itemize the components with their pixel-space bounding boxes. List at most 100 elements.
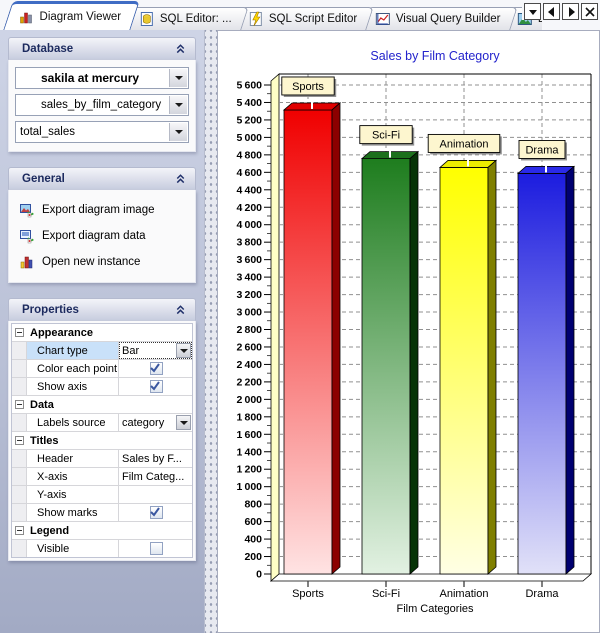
database-cylinder-icon — [20, 70, 36, 86]
dropdown-icon — [525, 4, 541, 20]
database-panel-header[interactable]: Database — [8, 37, 196, 60]
y-tick-label: 2 200 — [237, 376, 263, 388]
y-tick-label: 1 000 — [237, 481, 263, 493]
tab-visual-query-builder[interactable]: Visual Query Builder — [360, 7, 517, 30]
sql-script-icon — [248, 11, 264, 27]
y-tick-label: 1 400 — [237, 446, 263, 458]
column-select[interactable]: total_sales — [15, 121, 189, 143]
y-tick-label: 4 400 — [237, 184, 263, 196]
property-checkbox[interactable] — [150, 362, 163, 375]
property-row-visible[interactable]: Visible — [12, 540, 192, 557]
bar-drama: Drama — [518, 140, 574, 574]
properties-grid: AppearanceChart typeBarColor each pointS… — [11, 323, 193, 558]
property-row-chart-type[interactable]: Chart typeBar — [12, 342, 192, 360]
property-value: Bar — [122, 345, 139, 357]
chevron-down-icon — [180, 349, 188, 353]
collapse-group-icon[interactable] — [15, 436, 24, 445]
collapse-group-icon[interactable] — [15, 526, 24, 535]
chevron-down-icon — [175, 103, 183, 107]
chart-floor — [271, 574, 591, 581]
property-group-data[interactable]: Data — [12, 396, 192, 414]
scroll-tabs-right-button[interactable] — [562, 3, 579, 20]
close-tab-button[interactable] — [581, 3, 598, 20]
action-open-new-instance[interactable]: Open new instance — [15, 249, 189, 275]
connection-select[interactable]: sakila at mercury — [15, 67, 189, 89]
property-label: X-axis — [27, 468, 119, 485]
property-checkbox[interactable] — [150, 506, 163, 519]
y-tick-label: 1 200 — [237, 464, 263, 476]
object-dropdown-button[interactable] — [169, 96, 187, 114]
group-label: Titles — [26, 432, 192, 449]
sidebar-splitter[interactable] — [204, 30, 217, 633]
property-dropdown-button[interactable] — [176, 415, 191, 430]
action-export-diagram-data[interactable]: Export diagram data — [15, 223, 189, 249]
tab-sql-script-editor[interactable]: SQL Script Editor — [234, 7, 375, 30]
group-label: Appearance — [26, 324, 192, 341]
y-tick-label: 3 200 — [237, 289, 263, 301]
bar-sci-fi: Sci-Fi — [360, 126, 418, 574]
scroll-tabs-left-button[interactable] — [543, 3, 560, 20]
group-label: Legend — [26, 522, 192, 539]
action-export-diagram-image[interactable]: Export diagram image — [15, 197, 189, 223]
connection-dropdown-button[interactable] — [169, 69, 187, 87]
property-group-legend[interactable]: Legend — [12, 522, 192, 540]
x-category-label: Sports — [292, 588, 324, 600]
general-panel-header[interactable]: General — [8, 167, 196, 190]
database-panel: Database sakila at mercury sales_by_film… — [8, 37, 196, 152]
property-row-color-each-point[interactable]: Color each point — [12, 360, 192, 378]
y-tick-label: 1 800 — [237, 411, 263, 423]
property-row-header[interactable]: HeaderSales by F... — [12, 450, 192, 468]
close-icon — [582, 4, 598, 20]
property-dropdown-button[interactable] — [176, 343, 191, 358]
property-row-y-axis[interactable]: Y-axis — [12, 486, 192, 504]
y-tick-label: 3 800 — [237, 237, 263, 249]
tab-label: SQL Script Editor — [269, 13, 357, 25]
properties-panel-header[interactable]: Properties — [8, 298, 196, 321]
property-checkbox[interactable] — [150, 542, 163, 555]
property-group-appearance[interactable]: Appearance — [12, 324, 192, 342]
properties-panel: Properties AppearanceChart typeBarColor … — [8, 298, 196, 561]
sidebar: Database sakila at mercury sales_by_film… — [0, 30, 204, 633]
x-category-label: Animation — [440, 588, 489, 600]
collapse-chevron-icon — [174, 42, 187, 55]
bar-animation: Animation — [428, 134, 502, 574]
connection-value: sakila at mercury — [41, 71, 139, 85]
bar-chart: Sales by Film Category02004006008001 000… — [218, 31, 599, 632]
y-tick-label: 2 000 — [237, 394, 263, 406]
bar-sports: Sports — [282, 77, 340, 574]
property-label: Show axis — [27, 378, 119, 395]
diagram-area: Sales by Film Category02004006008001 000… — [217, 30, 600, 633]
property-group-titles[interactable]: Titles — [12, 432, 192, 450]
property-label: Y-axis — [27, 486, 119, 503]
tab-controls — [522, 3, 598, 20]
property-row-show-marks[interactable]: Show marks — [12, 504, 192, 522]
property-label: Chart type — [27, 342, 119, 359]
property-label: Labels source — [27, 414, 119, 431]
y-tick-label: 3 000 — [237, 307, 263, 319]
property-row-labels-source[interactable]: Labels sourcecategory — [12, 414, 192, 432]
property-row-x-axis[interactable]: X-axisFilm Categ... — [12, 468, 192, 486]
properties-panel-body: AppearanceChart typeBarColor each pointS… — [8, 321, 196, 561]
collapse-group-icon[interactable] — [15, 400, 24, 409]
collapse-group-icon[interactable] — [15, 328, 24, 337]
tab-diagram-viewer[interactable]: Diagram Viewer — [3, 1, 139, 30]
tab-list-dropdown-button[interactable] — [524, 3, 541, 20]
y-tick-label: 3 600 — [237, 254, 263, 266]
property-value: Sales by F... — [122, 453, 182, 465]
property-checkbox[interactable] — [150, 380, 163, 393]
y-tick-label: 400 — [244, 534, 262, 546]
object-select[interactable]: sales_by_film_category — [15, 94, 189, 116]
prev-icon — [544, 4, 560, 20]
collapse-chevron-icon — [174, 172, 187, 185]
y-tick-label: 2 800 — [237, 324, 263, 336]
y-tick-label: 4 800 — [237, 149, 263, 161]
column-dropdown-button[interactable] — [169, 123, 187, 141]
y-tick-label: 0 — [256, 569, 262, 581]
column-value: total_sales — [20, 126, 75, 138]
next-icon — [563, 4, 579, 20]
action-label: Export diagram data — [42, 230, 146, 242]
property-row-show-axis[interactable]: Show axis — [12, 378, 192, 396]
tab-sql-editor[interactable]: SQL Editor: ... — [124, 7, 248, 30]
check-icon — [148, 379, 164, 395]
properties-panel-title: Properties — [22, 304, 79, 316]
